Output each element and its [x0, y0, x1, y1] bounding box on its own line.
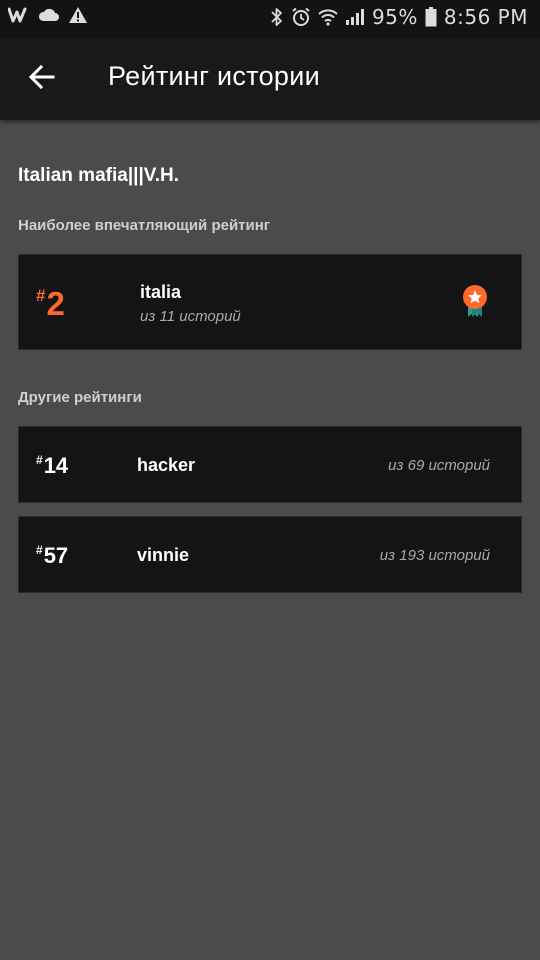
rank-number: #57: [36, 543, 68, 569]
arrow-left-icon: [28, 64, 55, 94]
featured-ranking-card[interactable]: #2 italia из 11 историй: [18, 254, 522, 350]
signal-icon: [345, 8, 365, 26]
status-bar-system: 95% 8:56 PM: [270, 5, 528, 29]
alarm-icon: [291, 7, 311, 27]
back-button[interactable]: [22, 59, 62, 99]
out-of-stories: из 11 историй: [140, 308, 241, 325]
rank-value: 57: [43, 543, 69, 568]
bluetooth-icon: [270, 7, 284, 27]
rank-value: 14: [43, 453, 69, 478]
tag-name: hacker: [137, 455, 196, 475]
rank-hash: #: [36, 543, 43, 557]
wifi-icon: [318, 8, 338, 26]
out-of-stories: из 193 историй: [379, 547, 490, 564]
app-bar: Рейтинг истории: [0, 37, 540, 120]
clock: 8:56 PM: [443, 5, 528, 29]
award-ribbon-icon: [460, 284, 490, 323]
battery-icon: [425, 7, 437, 27]
status-bar: 95% 8:56 PM: [0, 0, 540, 37]
cloud-icon: [38, 7, 60, 23]
rank-hash: #: [36, 286, 46, 305]
tag-name: vinnie: [137, 545, 190, 565]
page-title: Рейтинг истории: [108, 61, 320, 91]
out-of-stories: из 69 историй: [388, 457, 490, 474]
featured-section-label: Наиболее впечатляющий рейтинг: [18, 217, 271, 234]
story-title: Italian mafia|||V.H.: [18, 165, 179, 186]
ranking-card[interactable]: #14 hacker из 69 историй: [18, 426, 522, 503]
status-bar-notifications: [8, 6, 88, 24]
tag-name: italia: [140, 282, 182, 302]
wattpad-icon: [8, 6, 30, 24]
rank-hash: #: [36, 453, 43, 467]
warning-icon: [68, 6, 88, 24]
other-section-label: Другие рейтинги: [18, 389, 142, 406]
rank-number: #14: [36, 453, 68, 479]
rank-value: 2: [46, 285, 65, 322]
ranking-card[interactable]: #57 vinnie из 193 историй: [18, 516, 522, 593]
battery-percent: 95%: [371, 5, 418, 29]
rank-number: #2: [36, 285, 65, 323]
